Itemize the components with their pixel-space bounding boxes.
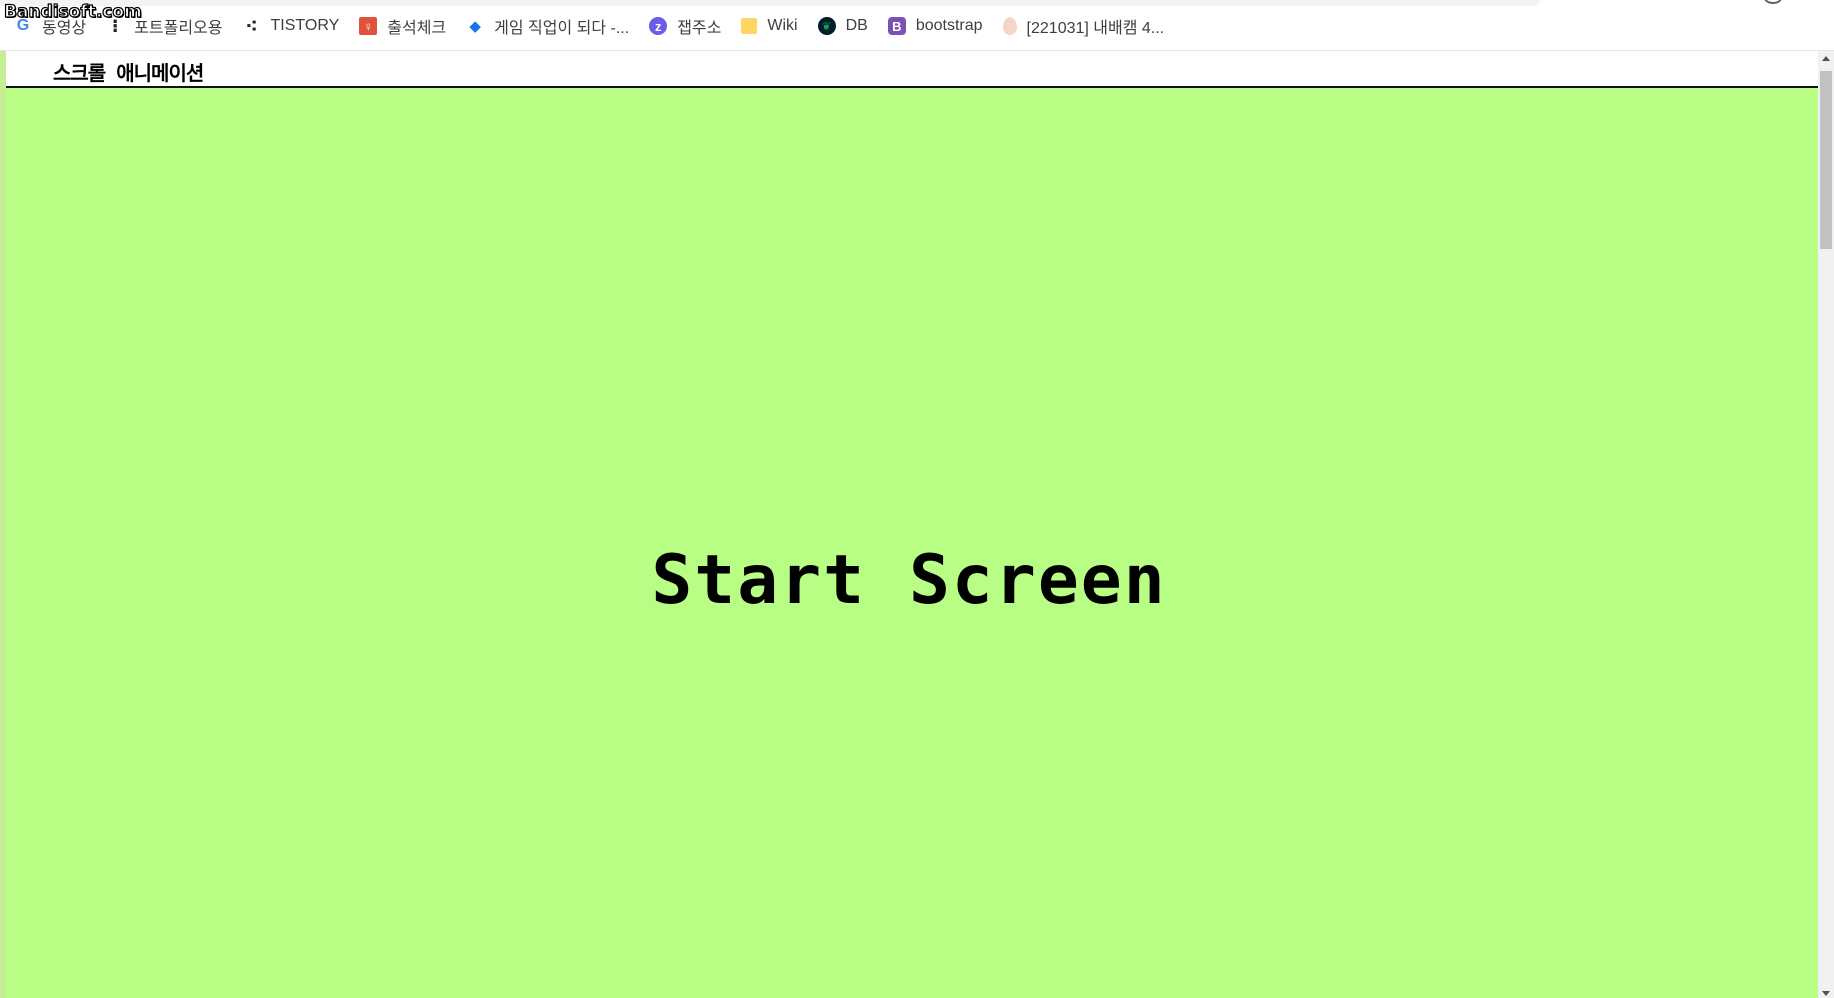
tistory-icon: ⁖ [245,15,258,36]
tab-strip [0,0,1540,6]
mongodb-leaf-icon: ❦ [817,17,836,35]
bookmark-item[interactable]: Bbootstrap [887,15,983,37]
egg-icon [1002,17,1017,35]
scroll-down-arrow-icon[interactable] [1822,991,1830,996]
watermark-logo: Bandisoft.com [3,1,142,22]
bookmark-label: 게임 직업이 되다 -... [494,20,630,37]
bookmark-item[interactable]: ◆ 게임 직업이 되다 -... [466,15,629,37]
scroll-thumb[interactable] [1820,71,1832,249]
bookmark-label: 출석체크 [387,20,447,37]
navbar: 스크롤 애니메이션 [6,51,1818,88]
attendance-icon: ♀ [359,17,378,35]
folder-icon [741,18,758,34]
scroll-up-arrow-icon[interactable] [1822,56,1830,61]
zap-icon: z [649,17,668,35]
page-edge [0,51,6,998]
bookmarks-bar: G 동영상 ⁝ 포트폴리오용 ⁖ TISTORY ♀ 출석체크 ◆ 게임 직업이 되다 -... z… [0,0,1834,51]
start-screen-title: Start Screen [651,541,1167,620]
page-viewport: 스크롤 애니메이션 Start Screen [0,51,1834,998]
bookmark-label: DB [845,17,868,34]
bookmark-label: bootstrap [915,17,983,34]
profile-icon[interactable] [1764,0,1782,4]
bookmark-label: Wiki [767,17,798,34]
bookmark-item[interactable]: Wiki [741,15,798,37]
bootstrap-icon: B [887,17,906,35]
bookmark-item[interactable]: ⁖ TISTORY [243,15,340,37]
bookmark-item[interactable]: ❦ DB [817,15,868,37]
bookmark-item[interactable]: [221031] 내배캠 4... [1002,15,1165,37]
bookmark-label: 포트폴리오용 [134,20,223,37]
bookmark-label: 잽주소 [677,20,722,37]
bookmark-list: G 동영상 ⁝ 포트폴리오용 ⁖ TISTORY ♀ 출석체크 ◆ 게임 직업이 되다 -... z… [14,15,1184,38]
nav-title[interactable]: 스크롤 애니메이션 [53,57,204,86]
bookmark-label: [221031] 내배캠 4... [1026,20,1165,37]
vertical-scrollbar[interactable] [1818,51,1834,998]
bookmark-label: TISTORY [270,17,340,34]
game-job-icon: ◆ [469,18,481,35]
bookmark-item[interactable]: ♀ 출석체크 [359,15,446,37]
bookmark-item[interactable]: z 잽주소 [649,15,721,37]
